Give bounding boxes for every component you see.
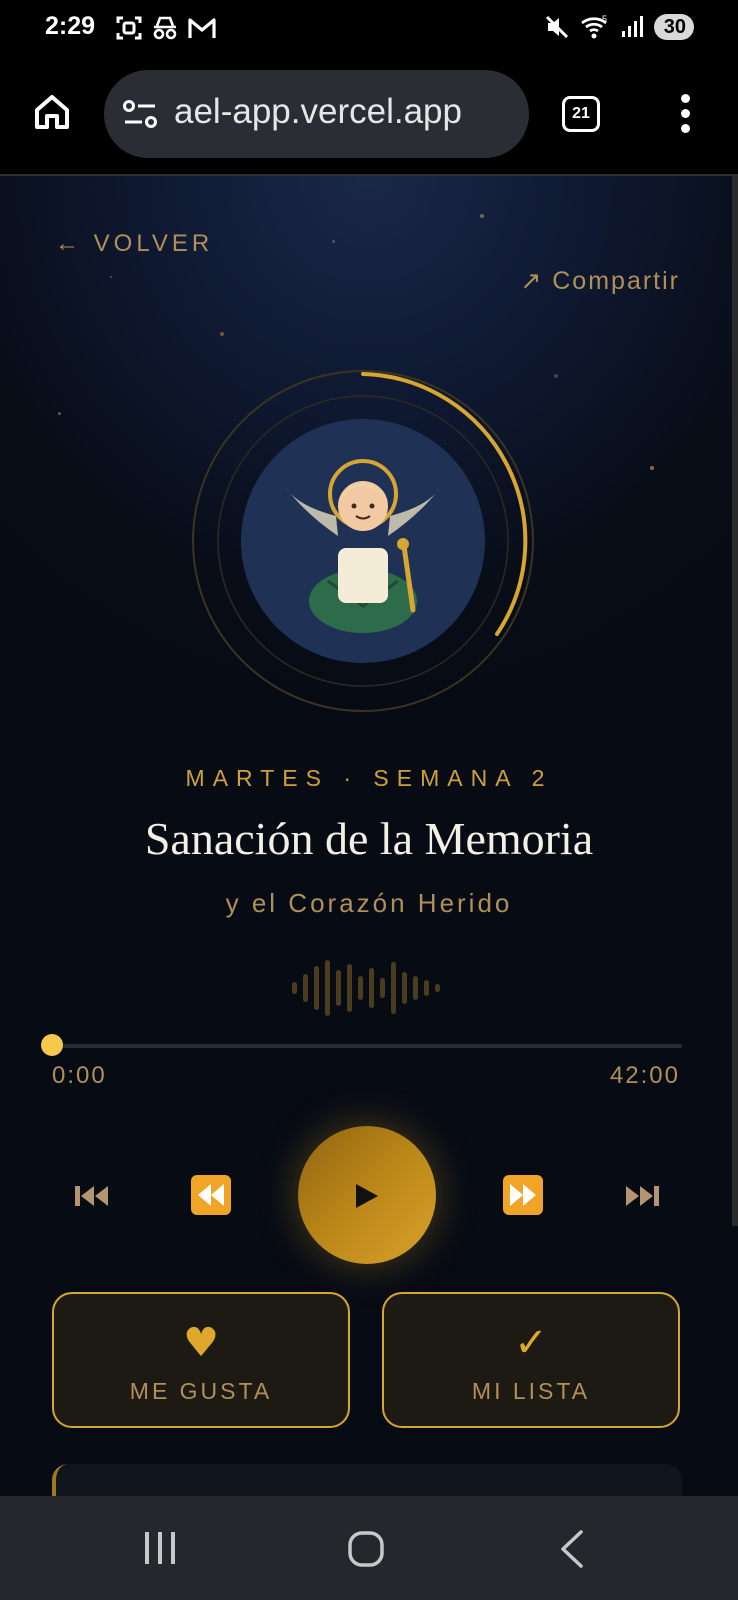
list-label: MI LISTA <box>471 1378 591 1404</box>
play-button[interactable] <box>298 1126 436 1264</box>
next-section-card <box>52 1464 682 1496</box>
star-decoration <box>110 276 112 278</box>
audio-waveform-icon <box>292 960 440 1016</box>
site-settings-icon[interactable] <box>122 98 158 130</box>
skip-previous-icon <box>75 1186 108 1206</box>
browser-menu-button[interactable] <box>675 94 695 134</box>
star-decoration <box>58 412 61 415</box>
star-decoration <box>332 240 335 243</box>
menu-dot <box>680 124 690 133</box>
status-bar: 2:29 5 30 <box>0 0 738 58</box>
progress-thumb[interactable] <box>41 1034 63 1056</box>
mute-icon <box>545 15 568 39</box>
add-to-list-button[interactable]: ✓ MI LISTA <box>382 1292 680 1428</box>
gmail-icon <box>188 18 216 38</box>
screenshot-icon <box>116 16 142 40</box>
back-arrow-icon <box>561 1530 583 1568</box>
total-time: 42:00 <box>609 1062 680 1089</box>
menu-dot <box>680 94 690 103</box>
recent-apps-button[interactable] <box>143 1530 177 1566</box>
url-text[interactable]: ael-app.vercel.app <box>174 92 462 132</box>
heart-icon: ♥ <box>183 1320 219 1366</box>
episode-subtitle: y el Corazón Herido <box>225 888 513 918</box>
previous-button[interactable] <box>74 1182 110 1210</box>
svg-text:5: 5 <box>602 14 607 24</box>
fast-forward-button[interactable] <box>502 1174 544 1216</box>
share-button[interactable]: ↗ Compartir <box>520 266 680 296</box>
like-label: ME GUSTA <box>129 1378 273 1404</box>
check-icon: ✓ <box>514 1320 548 1366</box>
home-circle-icon <box>348 1531 384 1567</box>
rewind-icon <box>191 1175 231 1215</box>
status-time: 2:29 <box>45 12 96 40</box>
star-decoration <box>650 466 654 470</box>
back-nav-button[interactable] <box>560 1530 584 1568</box>
play-icon <box>356 1184 378 1208</box>
star-decoration <box>554 374 558 378</box>
star-decoration <box>480 214 484 218</box>
home-icon <box>35 95 69 129</box>
episode-title: Sanación de la Memoria <box>144 813 594 864</box>
wifi-icon: 5 <box>580 14 607 39</box>
back-button[interactable]: ← VOLVER <box>55 230 213 258</box>
fast-forward-icon <box>503 1175 543 1215</box>
star-decoration <box>220 332 224 336</box>
cover-artwork <box>192 370 534 712</box>
signal-icon <box>621 16 643 37</box>
menu-dot <box>680 109 690 118</box>
incognito-icon <box>153 16 177 40</box>
system-icons: 5 30 <box>544 14 694 40</box>
current-time: 0:00 <box>52 1062 107 1089</box>
home-button[interactable] <box>348 1530 384 1568</box>
battery-indicator: 30 <box>653 14 694 40</box>
browser-home-button[interactable] <box>32 92 72 132</box>
address-bar[interactable]: ael-app.vercel.app <box>104 70 529 158</box>
skip-next-icon <box>626 1186 659 1206</box>
browser-toolbar: ael-app.vercel.app 21 <box>0 58 738 176</box>
notification-icons <box>115 14 217 42</box>
like-button[interactable]: ♥ ME GUSTA <box>52 1292 350 1428</box>
rewind-button[interactable] <box>190 1174 232 1216</box>
episode-day-label: MARTES · SEMANA 2 <box>185 765 553 791</box>
system-navigation-bar <box>0 1496 738 1600</box>
progress-track[interactable] <box>52 1044 682 1048</box>
next-button[interactable] <box>624 1182 660 1210</box>
tab-switcher-button[interactable]: 21 <box>562 96 600 132</box>
scrollbar[interactable] <box>732 176 738 1226</box>
player-page: ← VOLVER ↗ Compartir MARTES · SEMANA 2 S… <box>0 176 738 1496</box>
recent-apps-icon <box>145 1532 175 1564</box>
